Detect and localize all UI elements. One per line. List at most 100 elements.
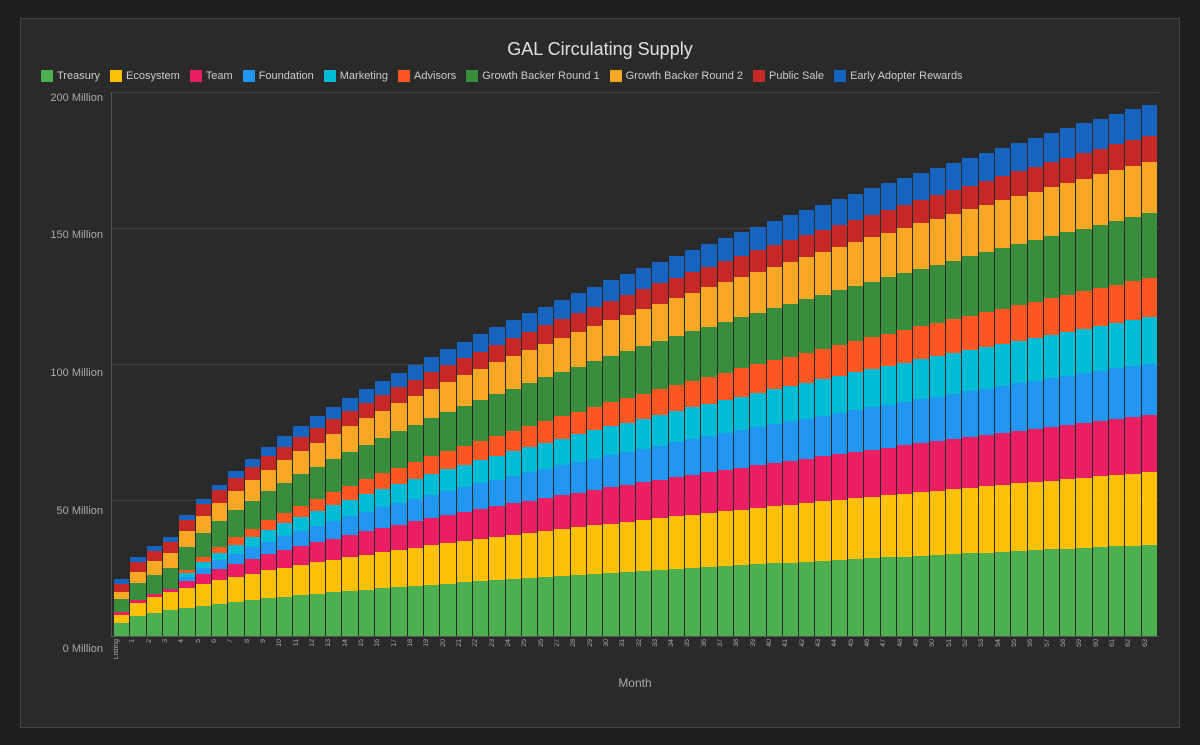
bar-segment <box>669 516 684 569</box>
bar-segment <box>554 529 569 576</box>
bar-segment <box>261 542 276 555</box>
bar-segment <box>473 539 488 581</box>
bar-segment <box>293 426 308 437</box>
bar-segment <box>701 287 716 326</box>
x-labels-row: Listing123456789101112131415161718192021… <box>111 639 1159 674</box>
bar-segment <box>718 238 733 261</box>
bar-segment <box>652 446 667 480</box>
bar-segment <box>310 428 325 442</box>
bar-segment <box>881 210 896 233</box>
bar-segment <box>1142 317 1157 364</box>
chart-container: GAL Circulating Supply TreasuryEcosystem… <box>20 18 1180 728</box>
bar-segment <box>342 591 357 635</box>
bar-segment <box>522 313 537 331</box>
bar-segment <box>342 426 357 452</box>
bar-segment <box>1109 419 1124 475</box>
bar-segment <box>620 423 635 452</box>
bar-segment <box>359 512 374 532</box>
bar-segment <box>1093 119 1108 149</box>
bar-segment <box>995 485 1010 552</box>
bar-segment <box>424 585 439 636</box>
bar-segment <box>750 227 765 251</box>
bar-segment <box>848 286 863 341</box>
legend-label: Treasury <box>57 70 100 82</box>
bar-segment <box>701 244 716 267</box>
bar-segment <box>408 479 423 499</box>
bar-segment <box>408 586 423 636</box>
bar-segment <box>620 452 635 485</box>
bar-segment <box>391 503 406 525</box>
bar-segment <box>897 330 912 363</box>
x-axis-label: 12 <box>309 639 324 647</box>
bar-segment <box>228 471 243 478</box>
bar-segment <box>1125 320 1140 366</box>
bar-col <box>293 92 308 636</box>
bar-segment <box>440 382 455 412</box>
bar-segment <box>815 230 830 252</box>
x-axis-label: 20 <box>440 639 455 647</box>
bar-segment <box>930 168 945 195</box>
bar-segment <box>489 506 504 537</box>
bar-segment <box>310 467 325 499</box>
bar-segment <box>1060 549 1075 636</box>
x-axis-label: 6 <box>211 639 226 643</box>
bar-segment <box>1076 423 1091 478</box>
bar-segment <box>946 353 961 394</box>
bar-segment <box>636 520 651 571</box>
bar-segment <box>636 289 651 309</box>
bar-segment <box>179 520 194 531</box>
bar-segment <box>718 470 733 511</box>
bar-segment <box>864 497 879 558</box>
x-axis-label: 39 <box>750 639 765 647</box>
bar-segment <box>701 567 716 636</box>
x-axis-label: 5 <box>195 639 210 643</box>
bar-col <box>375 92 390 636</box>
bar-segment <box>734 232 749 255</box>
bar-segment <box>783 461 798 505</box>
bar-segment <box>636 571 651 636</box>
bar-segment <box>114 623 129 636</box>
bar-segment <box>669 385 684 411</box>
bar-segment <box>897 228 912 273</box>
bar-segment <box>603 301 618 320</box>
bar-col <box>228 92 243 636</box>
bar-col <box>212 92 227 636</box>
bar-segment <box>196 606 211 636</box>
bar-segment <box>261 530 276 542</box>
bar-segment <box>424 372 439 389</box>
bar-segment <box>212 521 227 547</box>
bar-segment <box>522 533 537 578</box>
bar-segment <box>554 465 569 495</box>
bar-segment <box>734 277 749 317</box>
legend-label: Ecosystem <box>126 70 180 82</box>
bar-segment <box>293 531 308 546</box>
bar-segment <box>391 468 406 484</box>
bar-segment <box>261 470 276 491</box>
bar-segment <box>571 367 586 412</box>
bar-segment <box>1125 546 1140 636</box>
bar-segment <box>669 411 684 442</box>
bar-col <box>897 92 912 636</box>
x-axis-label: 26 <box>538 639 553 647</box>
bar-segment <box>1060 295 1075 332</box>
bar-segment <box>457 446 472 465</box>
legend-item: Ecosystem <box>110 70 180 82</box>
bar-segment <box>538 498 553 531</box>
bar-segment <box>881 448 896 496</box>
bar-segment <box>783 304 798 357</box>
x-axis-label: 8 <box>244 639 259 643</box>
bar-segment <box>930 491 945 555</box>
legend-color-box <box>324 70 336 82</box>
bar-segment <box>473 509 488 539</box>
bar-segment <box>359 494 374 512</box>
bar-segment <box>179 531 194 547</box>
x-axis-label: 34 <box>668 639 683 647</box>
y-axis-label: 100 Million <box>50 367 103 379</box>
bar-segment <box>359 418 374 444</box>
bar-segment <box>261 554 276 570</box>
bar-segment <box>506 320 521 338</box>
bar-col <box>408 92 423 636</box>
bar-segment <box>293 595 308 635</box>
x-axis-label: 4 <box>178 639 193 643</box>
bar-segment <box>587 287 602 307</box>
